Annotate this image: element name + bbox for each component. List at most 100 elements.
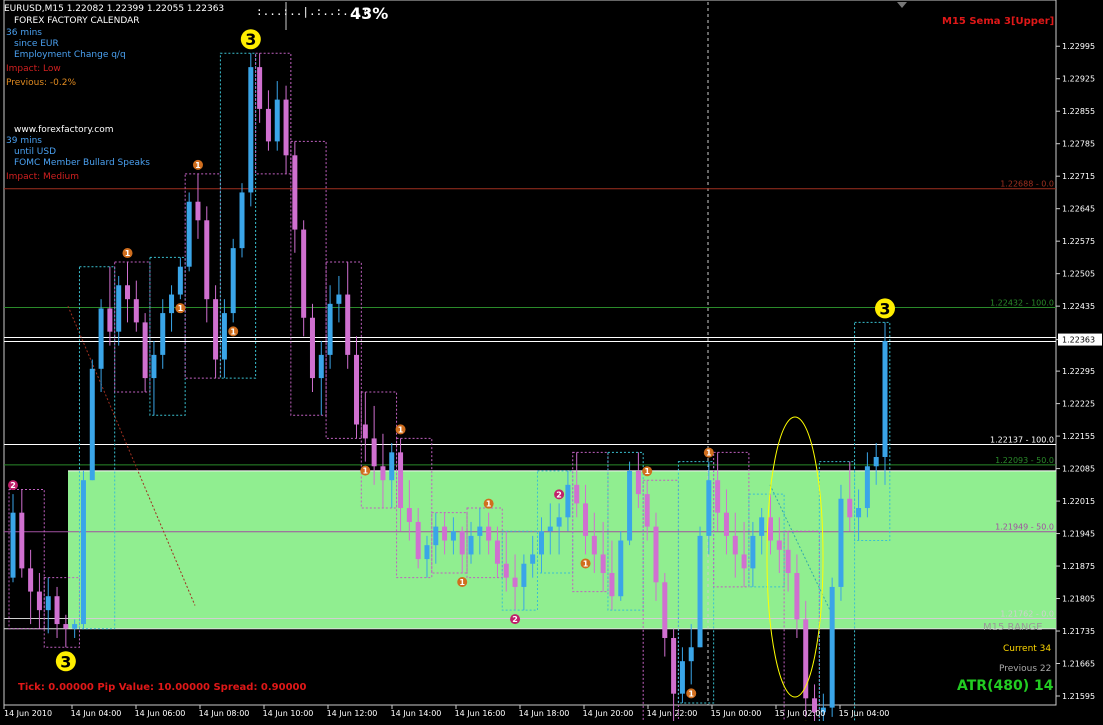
x-tick-label: 14 Jun 20:00	[583, 709, 634, 718]
chart-canvas[interactable]: 1.22688 - 0.01.22432 - 100.01.22137 - 10…	[0, 0, 1103, 721]
candle-bull	[328, 304, 333, 355]
candle-bear	[407, 508, 412, 522]
indicator-name: M15 Sema 3[Upper]	[942, 16, 1054, 27]
y-tick-label: 1.21805	[1062, 595, 1095, 604]
range-label: M15 RANGE	[983, 622, 1042, 633]
y-tick-label: 1.22785	[1062, 140, 1095, 149]
candle-bear	[28, 568, 33, 591]
fib-level-label: 1.21949 - 50.0	[995, 523, 1054, 532]
fib-level-label: 1.22432 - 100.0	[990, 299, 1054, 308]
candle-bull	[856, 508, 861, 517]
candle-bear	[662, 582, 667, 638]
news-event1-name: Employment Change q/q	[14, 50, 126, 61]
atr-value: ATR(480) 14	[957, 678, 1053, 694]
candle-bear	[354, 355, 359, 425]
candle-bull	[618, 541, 623, 597]
candle-bull	[689, 647, 694, 661]
y-tick-label: 1.22995	[1062, 42, 1095, 51]
candle-bull	[874, 457, 879, 466]
news-site: www.forexfactory.com	[14, 125, 114, 136]
news-event1-rel: since EUR	[14, 39, 59, 50]
candle-bull	[424, 545, 429, 559]
candle-bear	[292, 155, 297, 229]
candle-bear	[609, 573, 614, 596]
candle-bull	[178, 267, 183, 295]
y-tick-label: 1.22295	[1062, 367, 1095, 376]
candle-bear	[733, 536, 738, 555]
candle-bear	[134, 299, 139, 322]
candle-bull	[883, 341, 888, 457]
candle-bear	[345, 295, 350, 355]
sema-marker-label: 1	[125, 249, 131, 258]
candle-bull	[451, 531, 456, 540]
candle-bear	[143, 322, 148, 378]
previous-range: Previous 22	[999, 664, 1051, 675]
candle-bull	[90, 369, 95, 480]
candle-bear	[574, 485, 579, 504]
candle-bear	[125, 285, 130, 299]
candle-bull	[319, 355, 324, 378]
fib-level-label: 1.22093 - 50.0	[995, 456, 1054, 465]
news-event1-previous: Previous: -0.2%	[6, 78, 76, 89]
fib-level-label: 1.21762 - 0.0	[1000, 609, 1054, 618]
candle-bear	[266, 109, 271, 141]
candle-bear	[380, 466, 385, 480]
candle-bull	[433, 527, 438, 546]
sema-marker-label: 3	[879, 299, 890, 318]
sema-marker-label: 1	[688, 689, 694, 698]
candle-bear	[636, 471, 641, 494]
y-tick-label: 1.22225	[1062, 400, 1095, 409]
candle-bear	[204, 220, 209, 299]
candle-bear	[583, 503, 588, 535]
y-tick-label: 1.21945	[1062, 530, 1095, 539]
y-tick-label: 1.21735	[1062, 627, 1095, 636]
candle-bull	[750, 536, 755, 568]
candle-bull	[698, 536, 703, 647]
y-tick-label: 1.22085	[1062, 465, 1095, 474]
candle-bear	[37, 592, 42, 611]
candle-bull	[116, 285, 121, 331]
news-event2-impact: Impact: Medium	[6, 172, 79, 183]
sema-marker-label: 2	[512, 615, 518, 624]
candle-bull	[11, 513, 16, 578]
x-tick-label: 14 Jun 2010	[4, 709, 52, 718]
sema-marker-label: 1	[706, 449, 712, 458]
candle-bull	[759, 517, 764, 536]
candle-bear	[742, 554, 747, 568]
candle-bull	[389, 452, 394, 480]
candle-bear	[504, 564, 509, 578]
candle-bear	[495, 541, 500, 564]
candle-bear	[363, 424, 368, 438]
candle-bull	[81, 480, 86, 624]
candle-bear	[645, 494, 650, 526]
current-range: Current 34	[1003, 644, 1051, 655]
candle-bear	[601, 554, 606, 573]
candle-bull	[151, 355, 156, 378]
scroll-arrow-icon[interactable]	[897, 2, 907, 8]
candle-bull	[248, 67, 253, 192]
y-tick-label: 1.22505	[1062, 270, 1095, 279]
x-tick-label: 14 Jun 14:00	[391, 709, 442, 718]
candle-bear	[257, 67, 262, 109]
candle-bull	[469, 536, 474, 555]
y-tick-label: 1.22715	[1062, 172, 1095, 181]
candle-bull	[539, 531, 544, 554]
candle-bull	[565, 485, 570, 517]
x-tick-label: 14 Jun 10:00	[263, 709, 314, 718]
candle-bull	[336, 295, 341, 304]
candle-bear	[195, 202, 200, 221]
candle-bull	[830, 587, 835, 708]
candle-bear	[724, 513, 729, 536]
y-tick-label: 1.21665	[1062, 660, 1095, 669]
candle-bear	[460, 531, 465, 554]
x-tick-label: 15 Jun 04:00	[839, 709, 890, 718]
candle-bear	[284, 100, 289, 156]
progress-percent: 43%	[350, 5, 388, 23]
price-chart[interactable]: 1.22688 - 0.01.22432 - 100.01.22137 - 10…	[0, 0, 1103, 721]
x-tick-label: 15 Jun 00:00	[711, 709, 762, 718]
news-event1-impact: Impact: Low	[6, 64, 61, 75]
candle-bear	[63, 624, 68, 629]
x-tick-label: 14 Jun 12:00	[327, 709, 378, 718]
candle-bull	[477, 527, 482, 536]
y-tick-label: 1.21595	[1062, 692, 1095, 701]
